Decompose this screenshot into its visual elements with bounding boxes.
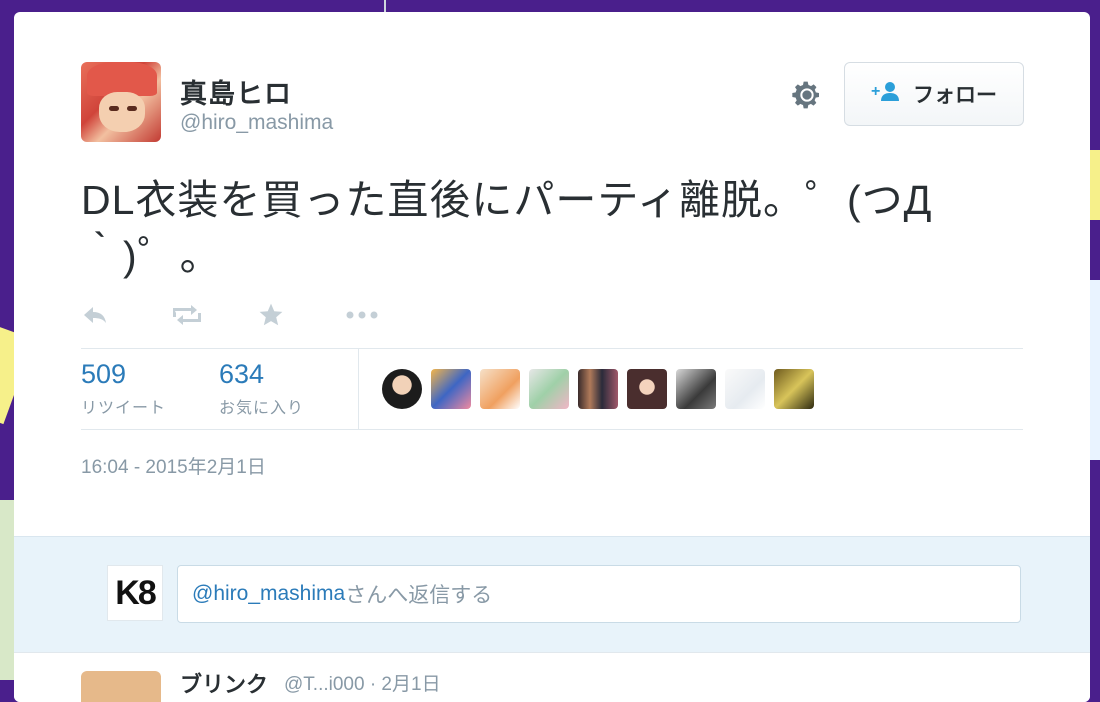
user-avatar[interactable] [81, 62, 161, 142]
favorite-count: 634 [219, 359, 265, 389]
favoriter-avatar[interactable] [725, 369, 765, 409]
favoriter-avatar[interactable] [676, 369, 716, 409]
add-user-icon: + [871, 80, 901, 108]
favorite-star-icon[interactable] [257, 300, 345, 330]
next-tweet[interactable]: ブリンク @T...i000 · 2月1日 [14, 652, 1090, 702]
follow-button[interactable]: + フォロー [844, 62, 1024, 126]
favoriter-avatar[interactable] [578, 369, 618, 409]
more-icon[interactable] [345, 300, 433, 330]
next-tweet-avatar[interactable] [81, 671, 161, 702]
tweet-actions [81, 300, 433, 330]
favorite-stat[interactable]: 634 お気に入り [219, 359, 304, 418]
tweet-timestamp[interactable]: 16:04 - 2015年2月1日 [81, 452, 266, 479]
favoriter-avatar[interactable] [627, 369, 667, 409]
tweet-card: 真島ヒロ @hiro_mashima + フォロー DL衣装を買った直後にパーテ… [14, 12, 1090, 702]
favoriter-avatar[interactable] [774, 369, 814, 409]
reply-icon[interactable] [81, 300, 169, 330]
favoriter-avatar[interactable] [431, 369, 471, 409]
background-decoration [384, 0, 386, 12]
retweet-stat[interactable]: 509 リツイート [81, 359, 166, 418]
follow-label: フォロー [913, 84, 997, 107]
reply-input[interactable]: @hiro_mashima さんへ返信する [177, 565, 1021, 623]
current-user-avatar[interactable]: K8 [107, 565, 163, 621]
favorite-label: お気に入り [219, 400, 305, 417]
retweet-label: リツイート [81, 400, 167, 417]
user-handle[interactable]: @hiro_mashima [180, 111, 333, 135]
favoriter-avatar[interactable] [480, 369, 520, 409]
reply-box: K8 @hiro_mashima さんへ返信する [14, 536, 1090, 653]
tweet-text: DL衣装を買った直後にパーティ離脱。゜(つД｀)゜。 [81, 177, 933, 279]
user-display-name[interactable]: 真島ヒロ [180, 72, 292, 111]
svg-text:+: + [871, 83, 880, 100]
reply-placeholder: さんへ返信する [345, 584, 493, 607]
favoriter-avatar[interactable] [529, 369, 569, 409]
retweet-icon[interactable] [169, 300, 257, 330]
reply-mention: @hiro_mashima [192, 582, 346, 605]
favoriter-avatar[interactable] [382, 369, 422, 409]
retweet-count: 509 [81, 359, 127, 389]
next-tweet-meta: @T...i000 · 2月1日 [284, 674, 441, 695]
divider [358, 349, 359, 429]
favoriters-avatars [382, 369, 814, 409]
next-tweet-name[interactable]: ブリンク [180, 667, 268, 699]
tweet-stats: 509 リツイート 634 お気に入り [81, 348, 1023, 430]
gear-icon[interactable] [790, 78, 824, 112]
